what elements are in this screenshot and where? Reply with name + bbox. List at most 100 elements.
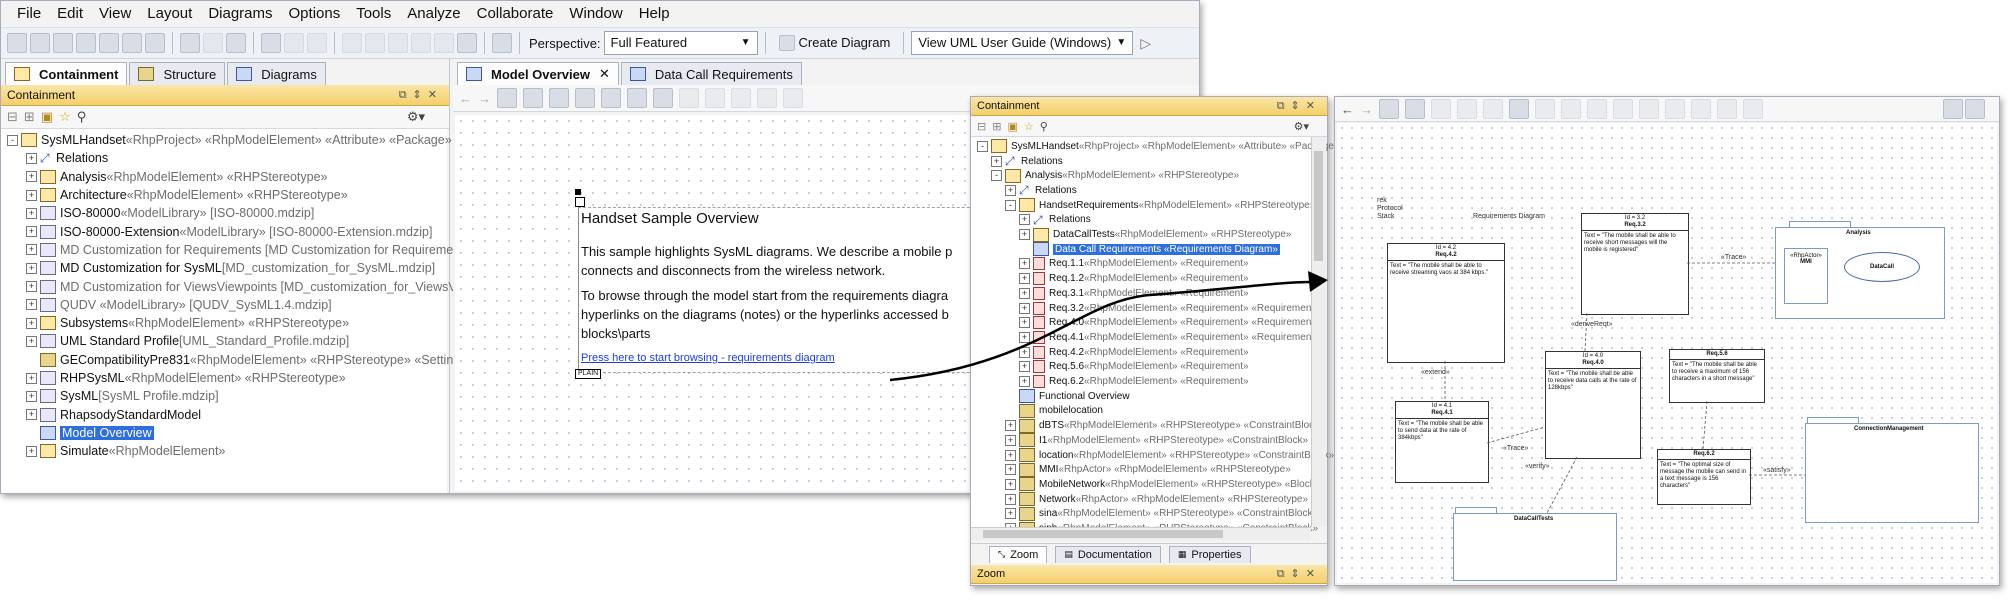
- star-icon[interactable]: ☆: [59, 109, 71, 125]
- menu-help[interactable]: Help: [631, 1, 678, 27]
- tree-item[interactable]: + Req.5.6 «RhpModelElement» «Requirement»: [1019, 360, 1249, 375]
- tree-item[interactable]: + Network «RhpActor» «RhpModelElement» «R…: [1005, 492, 1308, 507]
- layout-icon[interactable]: [1943, 99, 1963, 119]
- selection-handle[interactable]: [575, 189, 581, 195]
- hierarchy-icon[interactable]: [1509, 99, 1529, 119]
- hierarchy-icon[interactable]: [653, 88, 673, 108]
- tab-structure[interactable]: Structure: [129, 62, 226, 85]
- tree-item[interactable]: mobilelocation: [1005, 403, 1103, 419]
- tree-item[interactable]: + Req.6.2 «RhpModelElement» «Requirement»: [1019, 374, 1249, 389]
- check-icon[interactable]: [284, 33, 304, 53]
- expand-icon[interactable]: +: [1005, 478, 1016, 490]
- menu-edit[interactable]: Edit: [49, 1, 91, 27]
- expand-icon[interactable]: +: [26, 335, 37, 347]
- tree-item[interactable]: + location «RhpModelElement» «RHPStereoty…: [1005, 448, 1334, 463]
- diagram-icon[interactable]: [1379, 99, 1399, 119]
- rectilinear-icon[interactable]: [783, 88, 803, 108]
- tree-item[interactable]: + sina «RhpModelElement» «RHPStereotype» …: [1005, 506, 1318, 522]
- folder-icon[interactable]: ▣: [1007, 120, 1017, 133]
- tree-item[interactable]: + MD Customization for ViewsViewpoints [M…: [26, 277, 466, 295]
- selection-handle[interactable]: [575, 197, 585, 207]
- tree-item[interactable]: + Subsystems «RhpModelElement» «RHPStereo…: [26, 314, 349, 332]
- print-icon[interactable]: [76, 33, 96, 53]
- tab-documentation[interactable]: ▤ Documentation: [1055, 545, 1161, 563]
- route-icon[interactable]: [1587, 99, 1607, 119]
- history-icon[interactable]: [411, 33, 431, 53]
- tree-item[interactable]: + MMI «RhpActor» «RhpModelElement» «RHPSt…: [1005, 462, 1291, 477]
- start-browsing-link[interactable]: Press here to start browsing - requireme…: [581, 352, 835, 364]
- menu-options[interactable]: Options: [281, 1, 349, 27]
- back-icon[interactable]: ←: [1341, 102, 1354, 117]
- tree-item[interactable]: + MD Customization for SysML [MD_customiz…: [26, 259, 435, 277]
- tree-item[interactable]: + UML Standard Profile [UML_Standard_Prof…: [26, 332, 349, 350]
- tree-item[interactable]: + I1 «RhpModelElement» «RHPStereotype» «C…: [1005, 433, 1308, 448]
- tree-item[interactable]: - HandsetRequirements «RhpModelElement» «…: [1005, 198, 1315, 213]
- collapse-icon[interactable]: -: [7, 134, 18, 146]
- redo-icon[interactable]: [203, 33, 223, 53]
- line-style-icon[interactable]: [679, 88, 699, 108]
- create-diagram-button[interactable]: Create Diagram: [773, 31, 897, 55]
- expand-icon[interactable]: +: [1019, 346, 1030, 358]
- expand-icon[interactable]: +: [1019, 287, 1030, 299]
- tree-item[interactable]: + Architecture «RhpModelElement» «RHPSter…: [26, 186, 348, 204]
- expand-icon[interactable]: +: [1005, 420, 1016, 432]
- tree-item[interactable]: + ⤢ Relations: [1019, 213, 1091, 228]
- tree-item[interactable]: Model Overview: [26, 424, 154, 442]
- expand-icon[interactable]: +: [1019, 273, 1030, 285]
- scrollbar-thumb[interactable]: [983, 530, 1223, 538]
- paste-icon[interactable]: [1457, 99, 1477, 119]
- collapse-icon[interactable]: -: [1005, 199, 1016, 211]
- tree-item[interactable]: + Req.4.0 «RhpModelElement» «Requirement»…: [1019, 315, 1320, 330]
- menu-diagrams[interactable]: Diagrams: [200, 1, 280, 27]
- expand-icon[interactable]: +: [26, 244, 37, 256]
- layout-icon[interactable]: [492, 33, 512, 53]
- expand-icon[interactable]: +: [26, 171, 37, 183]
- tree-item[interactable]: + ISO-80000 «ModelLibrary» [ISO-80000.mdz…: [26, 204, 314, 222]
- connector-icon[interactable]: [1613, 99, 1633, 119]
- tree-item[interactable]: + MD Customization for Requirements [MD C…: [26, 241, 464, 259]
- tree-item[interactable]: Data Call Requirements «Requirements Dia…: [1019, 242, 1280, 257]
- back-icon[interactable]: ←: [459, 91, 472, 106]
- collapse-all-icon[interactable]: ⊟: [7, 109, 18, 125]
- delete-icon[interactable]: [1483, 99, 1503, 119]
- perspective-select[interactable]: Full Featured ▼: [603, 31, 758, 55]
- line-style-icon[interactable]: [1535, 99, 1555, 119]
- tree-item[interactable]: + RhapsodyStandardModel: [26, 406, 201, 424]
- copy-icon[interactable]: [1431, 99, 1451, 119]
- order-icon[interactable]: [1743, 99, 1763, 119]
- expand-icon[interactable]: +: [26, 207, 37, 219]
- tree-item[interactable]: + DataCallTests «RhpModelElement» «RHPSte…: [1019, 227, 1291, 242]
- tree-item[interactable]: + Req.1.1 «RhpModelElement» «Requirement»: [1019, 257, 1249, 272]
- commit-icon[interactable]: [365, 33, 385, 53]
- expand-icon[interactable]: +: [1005, 434, 1016, 446]
- tree-item[interactable]: + Simulate «RhpModelElement»: [26, 442, 225, 460]
- menu-view[interactable]: View: [91, 1, 139, 27]
- menu-tools[interactable]: Tools: [348, 1, 399, 27]
- search-icon[interactable]: ⚲: [1040, 120, 1048, 133]
- tree-item[interactable]: - SysMLHandset «RhpProject» «RhpModelElem…: [977, 139, 1355, 154]
- expand-icon[interactable]: +: [1019, 258, 1030, 270]
- tab-model-overview[interactable]: Model Overview ✕: [457, 62, 619, 85]
- expand-icon[interactable]: +: [1005, 449, 1016, 461]
- tree-item[interactable]: - SysMLHandset «RhpProject» «RhpModelElem…: [7, 131, 471, 149]
- expand-icon[interactable]: +: [26, 299, 37, 311]
- paste-icon[interactable]: [145, 33, 165, 53]
- rectilinear-icon[interactable]: [1639, 99, 1659, 119]
- menu-collaborate[interactable]: Collaborate: [469, 1, 562, 27]
- tree-item[interactable]: + ⤢ Relations: [26, 149, 108, 167]
- tree-item[interactable]: GECompatibilityPre831 «RhpModelElement» …: [26, 351, 473, 369]
- forward-icon[interactable]: →: [478, 91, 491, 106]
- close-icon[interactable]: ✕: [599, 66, 610, 82]
- expand-icon[interactable]: +: [1019, 317, 1030, 329]
- panel-icon[interactable]: [1965, 99, 1985, 119]
- menu-analyze[interactable]: Analyze: [399, 1, 468, 27]
- user-guide-select[interactable]: View UML User Guide (Windows) ▼: [911, 31, 1134, 55]
- expand-icon[interactable]: +: [1019, 214, 1030, 226]
- open-folder-icon[interactable]: [30, 33, 50, 53]
- tree-item[interactable]: - Analysis «RhpModelElement» «RHPStereoty…: [991, 168, 1239, 183]
- lock-icon[interactable]: [307, 33, 327, 53]
- collapse-all-icon[interactable]: ⊟: [977, 120, 986, 133]
- expand-icon[interactable]: +: [1019, 376, 1030, 388]
- expand-icon[interactable]: +: [1019, 229, 1030, 241]
- select-icon[interactable]: [1405, 99, 1425, 119]
